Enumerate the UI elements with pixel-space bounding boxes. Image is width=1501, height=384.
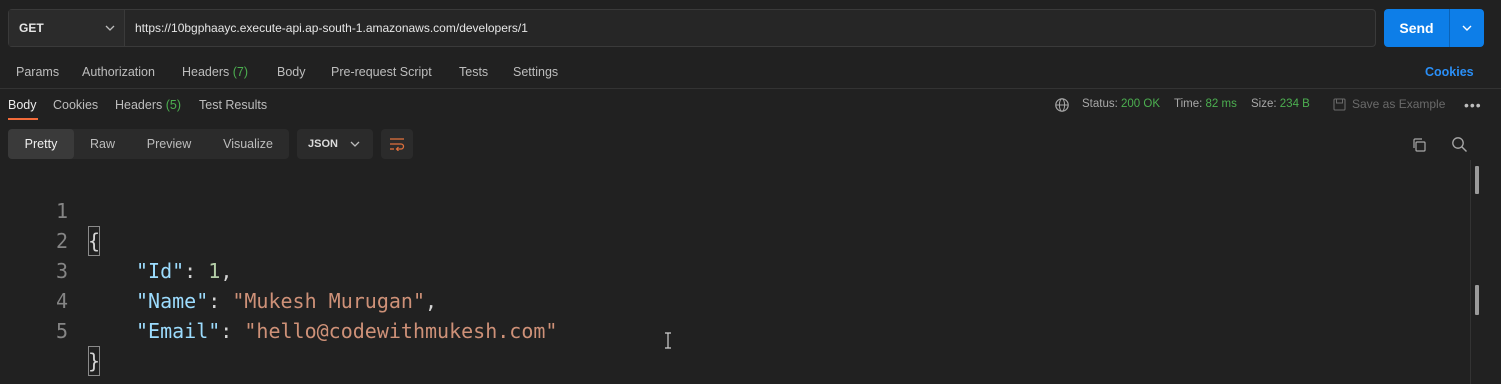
json-key: "Email" (136, 319, 221, 343)
response-tab-test-results[interactable]: Test Results (199, 98, 267, 112)
text-cursor-icon (665, 332, 671, 349)
request-bar: GET https://10bgphaayc.execute-api.ap-so… (8, 9, 1376, 47)
format-select[interactable]: JSON (297, 129, 373, 159)
size-indicator[interactable]: Size: 234 B (1251, 98, 1310, 110)
size-value: 234 B (1279, 98, 1310, 110)
tab-headers-label: Headers (182, 65, 230, 79)
search-icon[interactable] (1451, 136, 1468, 153)
json-key: "Id" (136, 259, 185, 283)
json-value: "Mukesh Murugan" (232, 289, 425, 313)
save-as-example-label: Save as Example (1352, 97, 1446, 111)
copy-icon[interactable] (1411, 137, 1427, 153)
json-value: 1 (208, 259, 221, 283)
tab-params[interactable]: Params (16, 65, 59, 79)
save-as-example-button[interactable]: Save as Example (1333, 97, 1445, 111)
response-tab-body[interactable]: Body (8, 98, 37, 112)
close-brace: } (88, 346, 101, 376)
view-visualize[interactable]: Visualize (207, 129, 289, 159)
chevron-down-icon (1462, 25, 1472, 31)
globe-icon[interactable] (1054, 97, 1070, 113)
code-line: 3 "Name": "Mukesh Murugan", (0, 226, 437, 313)
status-label: Status: (1082, 98, 1118, 110)
response-body-editor[interactable]: 1 { 2 "Id": 1, 3 "Name": "Mukesh Murugan… (0, 166, 1470, 384)
tab-prerequest-script[interactable]: Pre-request Script (331, 65, 432, 79)
scrollbar-marker-top[interactable] (1475, 166, 1479, 194)
tab-tests[interactable]: Tests (459, 65, 488, 79)
code-line: 1 { (0, 166, 101, 256)
size-label: Size: (1251, 98, 1277, 110)
response-tab-headers[interactable]: Headers (5) (115, 98, 181, 112)
json-separator: : (220, 319, 245, 343)
line-number: 5 (55, 319, 68, 343)
chevron-down-icon (105, 25, 115, 31)
send-button[interactable]: Send (1384, 9, 1450, 47)
save-icon (1333, 97, 1346, 111)
url-input[interactable]: https://10bgphaayc.execute-api.ap-south-… (125, 10, 1375, 46)
view-pretty[interactable]: Pretty (8, 129, 74, 159)
json-separator: : (184, 259, 209, 283)
code-content: "Email": "hello@codewithmukesh.com" (136, 316, 557, 346)
open-brace: { (88, 226, 101, 256)
method-select[interactable]: GET (9, 10, 125, 46)
code-line: 2 "Id": 1, (0, 196, 232, 283)
code-line: 4 "Email": "hello@codewithmukesh.com" (0, 256, 558, 343)
json-comma: , (425, 289, 438, 313)
method-label: GET (19, 21, 44, 35)
code-content: "Name": "Mukesh Murugan", (136, 286, 437, 316)
response-headers-count-badge: (5) (165, 98, 182, 112)
tab-body[interactable]: Body (277, 65, 306, 79)
status-indicator[interactable]: Status: 200 OK (1082, 98, 1160, 110)
json-key: "Name" (136, 289, 209, 313)
time-indicator[interactable]: Time: 82 ms (1174, 98, 1237, 110)
tab-settings[interactable]: Settings (513, 65, 558, 79)
send-options-button[interactable] (1450, 9, 1484, 47)
view-raw[interactable]: Raw (74, 129, 131, 159)
cookies-link[interactable]: Cookies (1425, 65, 1474, 79)
format-label: JSON (308, 138, 338, 150)
wrap-lines-icon (390, 138, 405, 151)
headers-count-badge: (7) (232, 65, 249, 79)
view-mode-selector: Pretty Raw Preview Visualize (8, 129, 289, 159)
code-content: "Id": 1, (136, 256, 232, 286)
status-value: 200 OK (1121, 98, 1161, 110)
time-value: 82 ms (1205, 98, 1237, 110)
chevron-down-icon (350, 141, 360, 147)
response-tab-headers-label: Headers (115, 98, 163, 112)
json-value: "hello@codewithmukesh.com" (244, 319, 558, 343)
response-tab-cookies[interactable]: Cookies (53, 98, 98, 112)
scrollbar-marker-bottom[interactable] (1475, 285, 1479, 315)
tab-authorization[interactable]: Authorization (82, 65, 155, 79)
editor-scrollbar-track (1470, 160, 1471, 384)
time-label: Time: (1174, 98, 1203, 110)
active-tab-indicator (8, 118, 38, 120)
wrap-lines-button[interactable] (381, 129, 413, 159)
section-divider (0, 88, 1501, 89)
json-separator: : (208, 289, 233, 313)
view-preview[interactable]: Preview (131, 129, 207, 159)
more-options-icon[interactable]: ••• (1464, 97, 1482, 113)
tab-headers[interactable]: Headers (7) (182, 65, 248, 79)
send-button-group: Send (1384, 9, 1484, 47)
code-line: 5 } (0, 286, 101, 376)
json-comma: , (220, 259, 233, 283)
request-tabs: Params Authorization Headers (7) Body Pr… (0, 60, 1501, 84)
